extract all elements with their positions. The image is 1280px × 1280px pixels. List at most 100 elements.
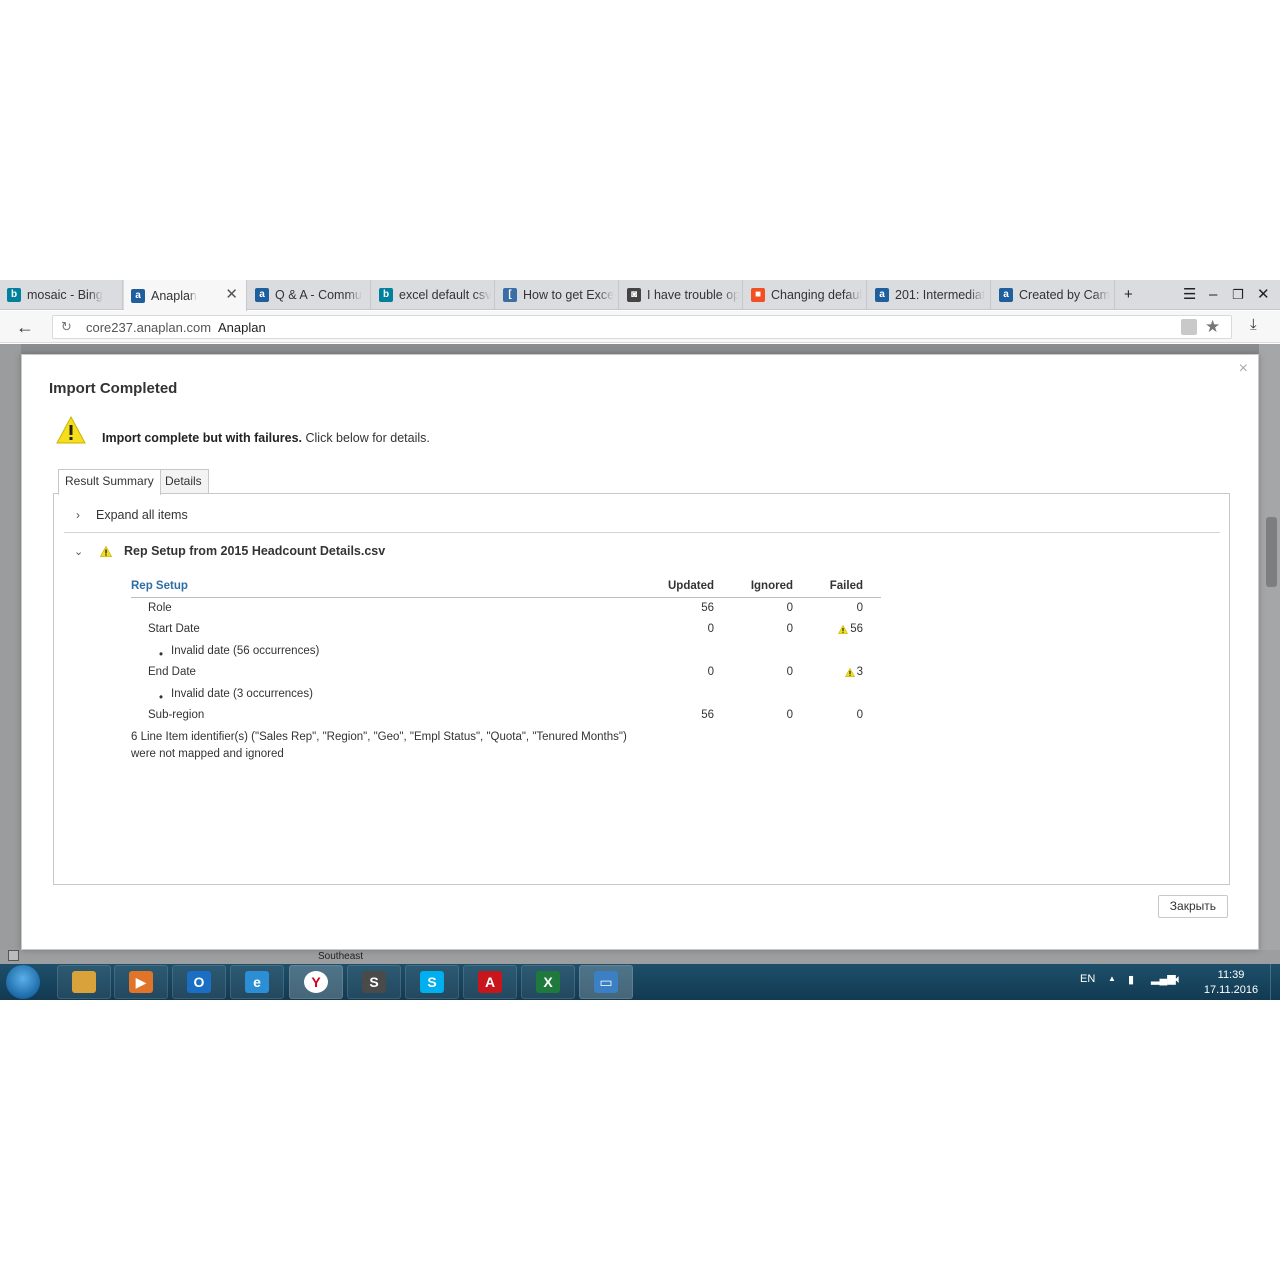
divider	[64, 532, 1220, 533]
power-icon[interactable]: ▮	[1128, 973, 1134, 986]
taskbar-app-remote-desktop[interactable]: ▭	[579, 965, 633, 999]
warning-icon	[100, 545, 112, 557]
list-item: Invalid date (56 occurrences)	[131, 641, 881, 663]
row-ignored: 0	[786, 601, 793, 614]
row-failed: 0	[857, 602, 863, 614]
bookmark-star-icon[interactable]: ★	[1205, 317, 1220, 337]
browser-tab-label: Anaplan	[151, 288, 197, 303]
anaplan-icon: a	[999, 288, 1013, 302]
clock-time: 11:39	[1217, 969, 1245, 981]
row-updated: 0	[707, 623, 714, 635]
row-failed-value: 0	[856, 601, 863, 614]
row-failed-value: 3	[856, 666, 863, 678]
bing-icon: b	[379, 288, 393, 302]
table-row: End Date 0 0 3	[131, 662, 881, 684]
taskbar-app-acrobat[interactable]: A	[463, 965, 517, 999]
warning-icon	[844, 667, 855, 677]
browser-tab[interactable]: ◙ I have trouble op	[620, 280, 743, 310]
dialog-title: Import Completed	[49, 380, 178, 397]
browser-tab[interactable]: a Created by Cam	[992, 280, 1115, 310]
sublime-text-icon: S	[362, 971, 386, 993]
header-updated: Updated	[668, 580, 714, 592]
address-bar: ← ↻ core237.anaplan.com Anaplan ★ ⤓	[0, 311, 1280, 343]
yandex-browser-icon: Y	[304, 971, 328, 993]
url-field[interactable]: ↻ core237.anaplan.com Anaplan ★	[52, 315, 1232, 339]
browser-tab-label: 201: Intermediat	[895, 288, 986, 302]
language-indicator[interactable]: EN	[1080, 973, 1095, 985]
header-rep-setup[interactable]: Rep Setup	[131, 580, 188, 592]
table-row: Start Date 0 0 56	[131, 619, 881, 641]
restore-button[interactable]: ❐	[1232, 285, 1244, 305]
chevron-right-icon: ›	[76, 508, 80, 522]
show-hidden-checkbox[interactable]	[8, 950, 19, 961]
close-window-button[interactable]: ✕	[1257, 285, 1270, 305]
explorer-icon	[72, 971, 96, 993]
background-grid-strip: Southeast	[0, 950, 1280, 964]
row-name: End Date	[148, 666, 196, 678]
download-icon[interactable]: ⤓	[1250, 316, 1257, 333]
background-cell: Southeast	[318, 951, 364, 962]
volume-icon[interactable]: 🔈︎	[1175, 972, 1182, 987]
browser-tab[interactable]: a 201: Intermediat	[868, 280, 991, 310]
tab-details[interactable]: Details	[158, 469, 209, 494]
show-desktop-button[interactable]	[1270, 964, 1280, 1000]
acrobat-icon: A	[478, 971, 502, 993]
browser-tab[interactable]: [How to get Exce	[496, 280, 619, 310]
row-name: Role	[148, 601, 172, 614]
row-failed-value: 56	[850, 623, 863, 635]
back-button[interactable]: ←	[16, 317, 34, 337]
browser-tab-label: Q & A - Commu	[275, 288, 362, 302]
lock-icon[interactable]	[1181, 319, 1197, 335]
row-updated: 56	[701, 709, 714, 721]
expand-all-items[interactable]: › Expand all items	[76, 508, 188, 522]
page-icon: [	[503, 288, 517, 302]
anaplan-icon: a	[131, 288, 145, 303]
browser-tab[interactable]: ■ Changing defaul	[744, 280, 867, 310]
row-ignored: 0	[786, 666, 793, 678]
close-button[interactable]: Закрыть	[1157, 895, 1228, 918]
taskbar-app-explorer[interactable]	[57, 965, 111, 999]
reload-icon[interactable]: ↻	[61, 319, 72, 335]
row-failed: 0	[857, 709, 863, 721]
new-tab-button[interactable]: +	[1124, 285, 1133, 305]
results-header-row: Rep Setup Updated Ignored Failed	[131, 576, 881, 598]
app-right-rail	[1259, 344, 1280, 964]
browser-tab-label: I have trouble op	[647, 288, 739, 302]
browser-tab-label: Created by Cam	[1019, 288, 1111, 302]
tab-result-summary[interactable]: Result Summary	[58, 469, 161, 495]
taskbar-app-yandex-browser[interactable]: Y	[289, 965, 343, 999]
chevron-down-icon[interactable]: ⌄	[74, 545, 100, 558]
browser-tab[interactable]: b mosaic - Bing	[0, 280, 123, 310]
taskbar-app-media-player[interactable]: ▶	[114, 965, 168, 999]
browser-tab[interactable]: a Anaplan ✕	[124, 280, 247, 311]
browser-tab-label: mosaic - Bing	[27, 288, 103, 302]
dialog-close-icon[interactable]: ×	[1239, 360, 1248, 378]
windows-start-icon[interactable]	[6, 965, 40, 999]
close-tab-icon[interactable]: ✕	[225, 287, 238, 303]
row-failed-value: 0	[856, 709, 863, 721]
bing-icon: b	[7, 288, 21, 302]
app-left-rail	[0, 344, 21, 964]
browser-tab[interactable]: b excel default csv	[372, 280, 495, 310]
warning-icon	[56, 415, 86, 444]
taskbar-app-internet-explorer[interactable]: e	[230, 965, 284, 999]
taskbar-app-skype[interactable]: S	[405, 965, 459, 999]
browser-tab[interactable]: a Q & A - Commu	[248, 280, 371, 310]
minimize-button[interactable]: –	[1209, 285, 1217, 305]
header-ignored: Ignored	[750, 580, 793, 592]
row-updated: 56	[701, 601, 714, 614]
background-scrollbar[interactable]	[1266, 517, 1277, 587]
taskbar-app-excel[interactable]: X	[521, 965, 575, 999]
row-ignored: 0	[786, 709, 793, 721]
excel-icon: X	[536, 971, 560, 993]
menu-icon[interactable]: ☰	[1183, 285, 1196, 305]
taskbar-app-sublime-text[interactable]: S	[347, 965, 401, 999]
row-failed: 3	[844, 666, 863, 678]
unmapped-items-note: 6 Line Item identifier(s) ("Sales Rep", …	[131, 729, 651, 763]
clock[interactable]: 11:39 17.11.2016	[1203, 968, 1259, 998]
error-detail: Invalid date (56 occurrences)	[131, 645, 319, 661]
import-item-header[interactable]: ⌄ Rep Setup from 2015 Headcount Details.…	[74, 544, 385, 558]
tray-expand-icon[interactable]: ▲	[1108, 974, 1116, 983]
taskbar-app-outlook[interactable]: O	[172, 965, 226, 999]
network-signal-icon[interactable]: ▂▄▆	[1151, 972, 1176, 985]
